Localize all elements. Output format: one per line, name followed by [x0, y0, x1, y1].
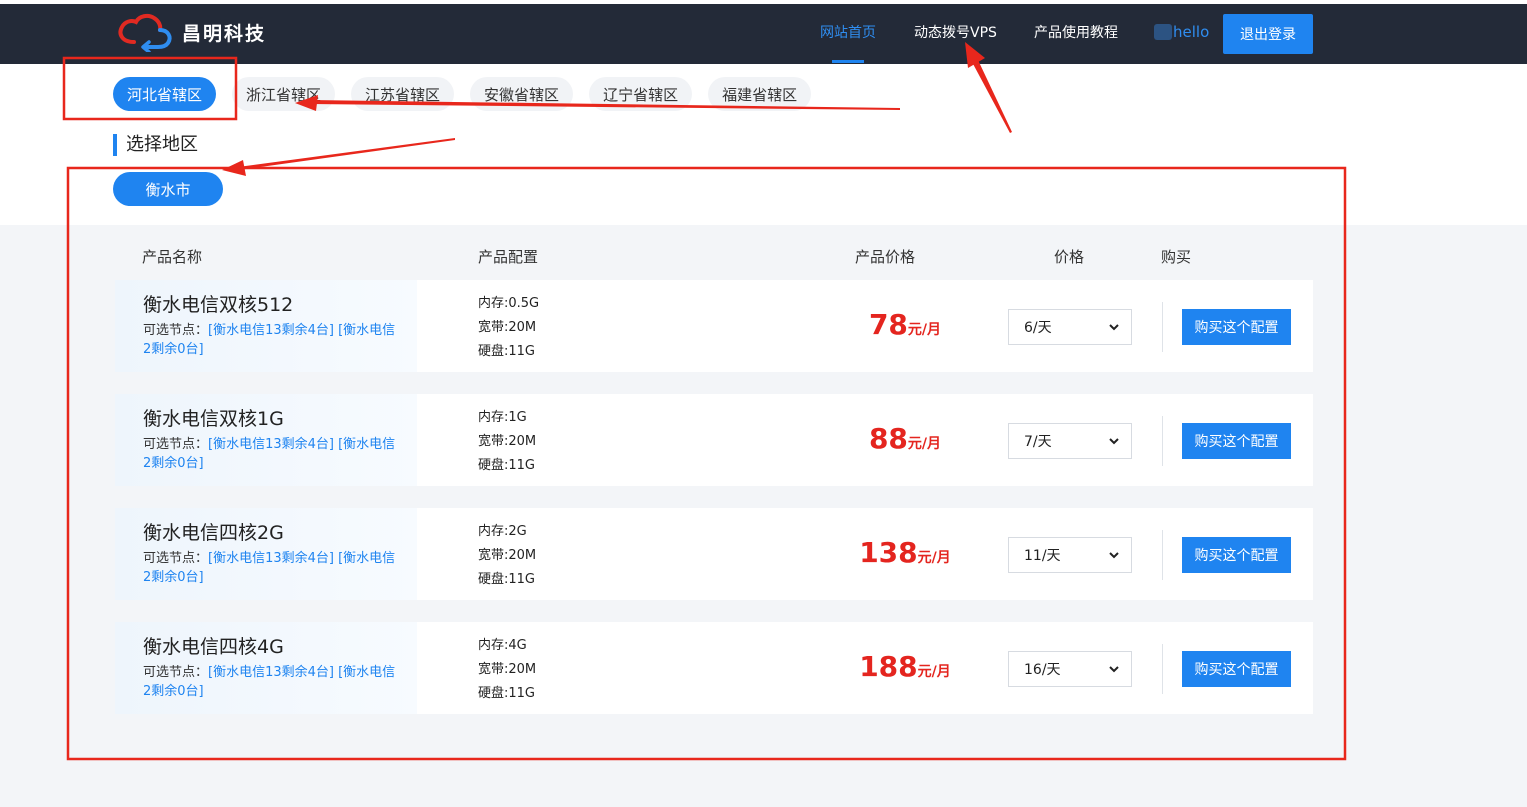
product-config: 内存:1G 宽带:20M 硬盘:11G	[478, 406, 536, 478]
product-name: 衡水电信双核512	[143, 294, 294, 316]
column-header-buy: 购买	[1161, 248, 1192, 266]
period-select[interactable]: 16/天	[1008, 651, 1132, 687]
buy-config-button[interactable]: 购买这个配置	[1182, 423, 1291, 459]
available-nodes: 可选节点：[衡水电信13剩余4台] [衡水电信2剩余0台]	[143, 321, 403, 359]
config-memory: 内存:2G	[478, 524, 527, 539]
cloud-logo-icon	[118, 13, 172, 52]
province-tabs: 河北省辖区 浙江省辖区 江苏省辖区 安徽省辖区 辽宁省辖区 福建省辖区	[113, 77, 812, 111]
product-row: 衡水电信四核4G 可选节点：[衡水电信13剩余4台] [衡水电信2剩余0台] 内…	[115, 622, 1313, 714]
user-name: hello	[1173, 23, 1210, 41]
product-row: 衡水电信双核512 可选节点：[衡水电信13剩余4台] [衡水电信2剩余0台] …	[115, 280, 1313, 372]
period-selected: 11/天	[1024, 548, 1061, 564]
column-header-name: 产品名称	[142, 248, 203, 266]
product-name-cell: 衡水电信四核4G 可选节点：[衡水电信13剩余4台] [衡水电信2剩余0台]	[115, 622, 417, 714]
column-header-config: 产品配置	[478, 248, 539, 266]
nodes-label: 可选节点：	[143, 551, 209, 566]
nodes-label: 可选节点：	[143, 437, 209, 452]
price-unit: 元/月	[907, 436, 942, 452]
product-name-cell: 衡水电信双核512 可选节点：[衡水电信13剩余4台] [衡水电信2剩余0台]	[115, 280, 417, 372]
tab-jiangsu[interactable]: 江苏省辖区	[351, 77, 455, 111]
config-bandwidth: 宽带:20M	[478, 548, 537, 563]
window-top-edge	[0, 0, 1527, 4]
tab-zhejiang[interactable]: 浙江省辖区	[232, 77, 336, 111]
divider	[1162, 530, 1163, 580]
chevron-down-icon	[1109, 552, 1119, 559]
product-row: 衡水电信四核2G 可选节点：[衡水电信13剩余4台] [衡水电信2剩余0台] 内…	[115, 508, 1313, 600]
divider	[1162, 302, 1163, 352]
product-name-cell: 衡水电信四核2G 可选节点：[衡水电信13剩余4台] [衡水电信2剩余0台]	[115, 508, 417, 600]
product-name: 衡水电信四核4G	[143, 636, 284, 658]
product-name: 衡水电信双核1G	[143, 408, 284, 430]
product-price: 138元/月	[815, 536, 995, 569]
period-select[interactable]: 7/天	[1008, 423, 1132, 459]
product-config: 内存:4G 宽带:20M 硬盘:11G	[478, 634, 536, 706]
column-header-price: 产品价格	[855, 248, 916, 266]
period-select[interactable]: 6/天	[1008, 309, 1132, 345]
config-disk: 硬盘:11G	[478, 458, 535, 473]
buy-config-button[interactable]: 购买这个配置	[1182, 309, 1291, 345]
config-disk: 硬盘:11G	[478, 344, 535, 359]
price-value: 188	[859, 650, 918, 683]
tab-liaoning[interactable]: 辽宁省辖区	[589, 77, 693, 111]
price-unit: 元/月	[917, 550, 951, 566]
available-nodes: 可选节点：[衡水电信13剩余4台] [衡水电信2剩余0台]	[143, 663, 403, 701]
user-name-redaction	[1154, 24, 1172, 40]
config-memory: 内存:0.5G	[478, 296, 540, 311]
config-bandwidth: 宽带:20M	[478, 434, 537, 449]
product-price: 188元/月	[815, 650, 995, 683]
divider	[1162, 644, 1163, 694]
city-hengshui-button[interactable]: 衡水市	[113, 172, 223, 206]
config-bandwidth: 宽带:20M	[478, 662, 537, 677]
period-selected: 7/天	[1024, 434, 1052, 450]
product-config: 内存:0.5G 宽带:20M 硬盘:11G	[478, 292, 539, 364]
logo-text: 昌明科技	[182, 22, 267, 45]
nav-home-active-indicator	[832, 60, 864, 63]
product-name: 衡水电信四核2G	[143, 522, 284, 544]
logout-button[interactable]: 退出登录	[1223, 14, 1313, 54]
product-row: 衡水电信双核1G 可选节点：[衡水电信13剩余4台] [衡水电信2剩余0台] 内…	[115, 394, 1313, 486]
price-value: 88	[868, 422, 908, 455]
buy-config-button[interactable]: 购买这个配置	[1182, 651, 1291, 687]
user-menu[interactable]: hello	[1154, 0, 1209, 64]
product-config: 内存:2G 宽带:20M 硬盘:11G	[478, 520, 536, 592]
product-price: 88元/月	[815, 422, 995, 455]
price-unit: 元/月	[907, 322, 942, 338]
config-memory: 内存:1G	[478, 410, 527, 425]
config-disk: 硬盘:11G	[478, 572, 535, 587]
tab-hebei[interactable]: 河北省辖区	[113, 77, 217, 111]
tab-anhui[interactable]: 安徽省辖区	[470, 77, 574, 111]
available-nodes: 可选节点：[衡水电信13剩余4台] [衡水电信2剩余0台]	[143, 549, 403, 587]
buy-config-button[interactable]: 购买这个配置	[1182, 537, 1291, 573]
tab-fujian[interactable]: 福建省辖区	[708, 77, 812, 111]
site-logo[interactable]: 昌明科技	[112, 12, 266, 52]
column-header-period: 价格	[1054, 248, 1085, 266]
section-title: 选择地区	[113, 134, 198, 156]
price-unit: 元/月	[917, 664, 951, 680]
available-nodes: 可选节点：[衡水电信13剩余4台] [衡水电信2剩余0台]	[143, 435, 403, 473]
product-price: 78元/月	[815, 308, 995, 341]
period-selected: 6/天	[1024, 320, 1052, 336]
config-memory: 内存:4G	[478, 638, 527, 653]
nav-dynamic-vps[interactable]: 动态拨号VPS	[914, 0, 997, 64]
price-value: 78	[868, 308, 908, 341]
period-select[interactable]: 11/天	[1008, 537, 1132, 573]
period-selected: 16/天	[1024, 662, 1061, 678]
nodes-label: 可选节点：	[143, 323, 209, 338]
nav-tutorial[interactable]: 产品使用教程	[1034, 0, 1118, 64]
config-disk: 硬盘:11G	[478, 686, 535, 701]
chevron-down-icon	[1109, 438, 1119, 445]
product-name-cell: 衡水电信双核1G 可选节点：[衡水电信13剩余4台] [衡水电信2剩余0台]	[115, 394, 417, 486]
config-bandwidth: 宽带:20M	[478, 320, 537, 335]
chevron-down-icon	[1109, 666, 1119, 673]
chevron-down-icon	[1109, 324, 1119, 331]
price-value: 138	[859, 536, 918, 569]
divider	[1162, 416, 1163, 466]
nodes-label: 可选节点：	[143, 665, 209, 680]
nav-home[interactable]: 网站首页	[820, 0, 876, 64]
